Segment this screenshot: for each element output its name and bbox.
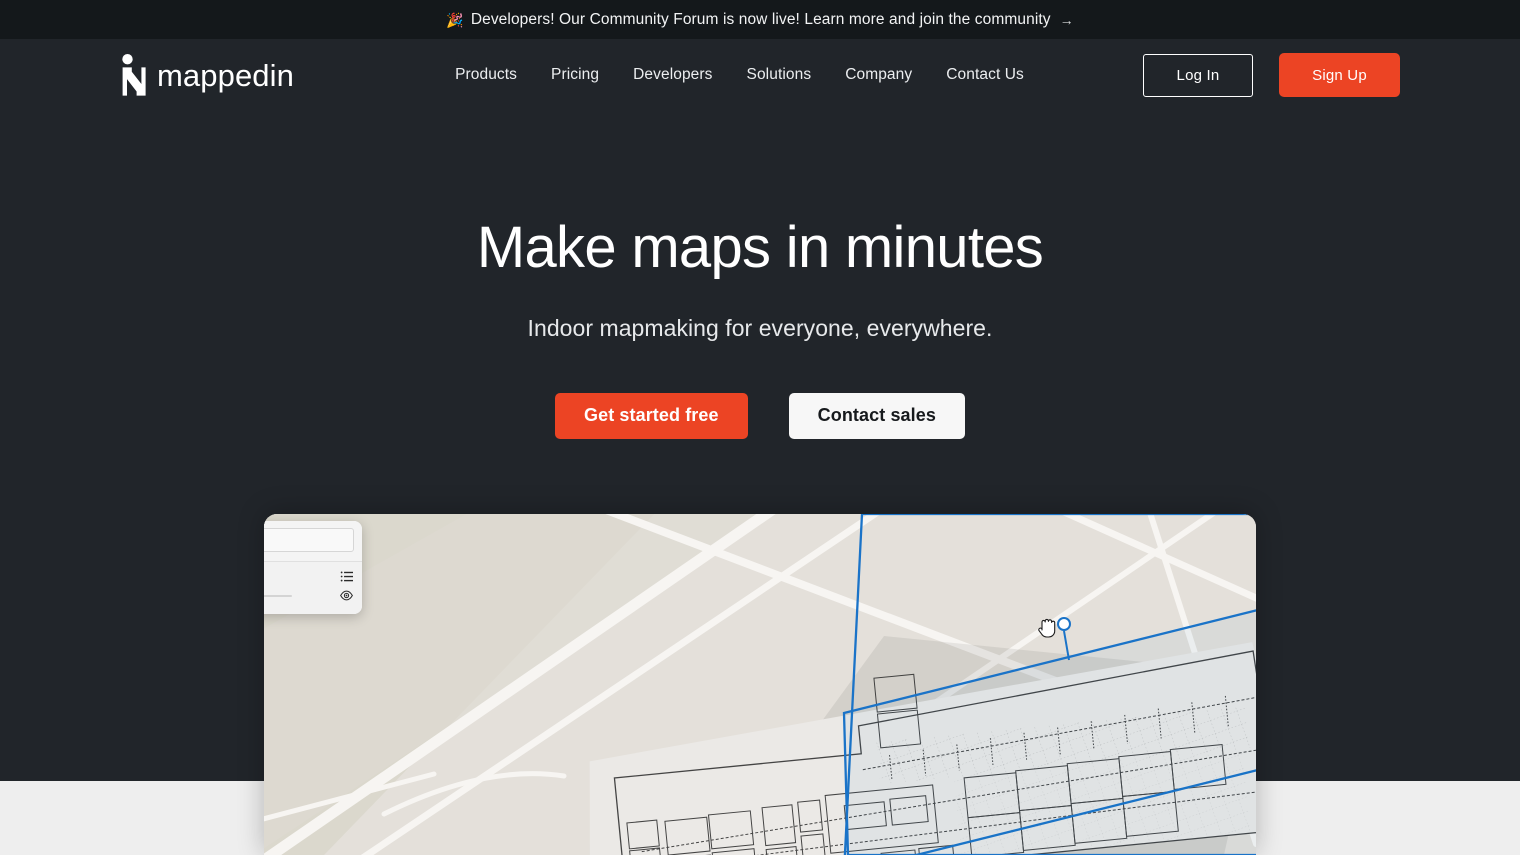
main-navigation: Products Pricing Developers Solutions Co… <box>413 66 1024 84</box>
hero-subtitle: Indoor mapmaking for everyone, everywher… <box>527 314 993 341</box>
nav-item-contact-us[interactable]: Contact Us <box>946 66 1024 84</box>
address-search-row <box>264 521 362 562</box>
log-in-button[interactable]: Log In <box>1143 53 1253 97</box>
hero-title: Make maps in minutes <box>476 215 1044 280</box>
announcement-link[interactable]: 🎉 Developers! Our Community Forum is now… <box>446 12 1073 28</box>
nav-item-solutions[interactable]: Solutions <box>747 66 812 84</box>
arrow-right-icon: → <box>1059 11 1074 28</box>
brand-logo-link[interactable]: mappedin <box>120 54 294 96</box>
address-search-input[interactable] <box>264 528 354 552</box>
visibility-eye-icon[interactable] <box>340 589 353 602</box>
site-header: mappedin Products Pricing Developers Sol… <box>0 39 1520 111</box>
nav-item-pricing[interactable]: Pricing <box>551 66 599 84</box>
contact-sales-button[interactable]: Contact sales <box>788 392 965 439</box>
nav-item-developers[interactable]: Developers <box>633 66 712 84</box>
bulleted-list-icon[interactable] <box>340 570 353 583</box>
get-started-free-button[interactable]: Get started free <box>554 392 748 439</box>
party-popper-icon: 🎉 <box>446 11 464 28</box>
announcement-bar: 🎉 Developers! Our Community Forum is now… <box>0 0 1520 39</box>
map-editor-panel <box>264 521 362 614</box>
brand-name: mappedin <box>157 57 294 93</box>
map-canvas[interactable] <box>264 514 1256 855</box>
hero-section: Make maps in minutes Indoor mapmaking fo… <box>0 111 1520 439</box>
map-tools-row <box>264 562 362 614</box>
nav-item-company[interactable]: Company <box>845 66 912 84</box>
nav-item-products[interactable]: Products <box>455 66 517 84</box>
announcement-text: Developers! Our Community Forum is now l… <box>470 10 1051 28</box>
hero-cta-group: Get started free Contact sales <box>0 392 1520 439</box>
opacity-slider[interactable] <box>264 595 292 597</box>
sign-up-button[interactable]: Sign Up <box>1279 53 1400 97</box>
product-screenshot <box>264 514 1256 855</box>
header-actions: Log In Sign Up <box>1143 53 1400 97</box>
mappedin-pin-n-logo-icon <box>120 54 146 96</box>
